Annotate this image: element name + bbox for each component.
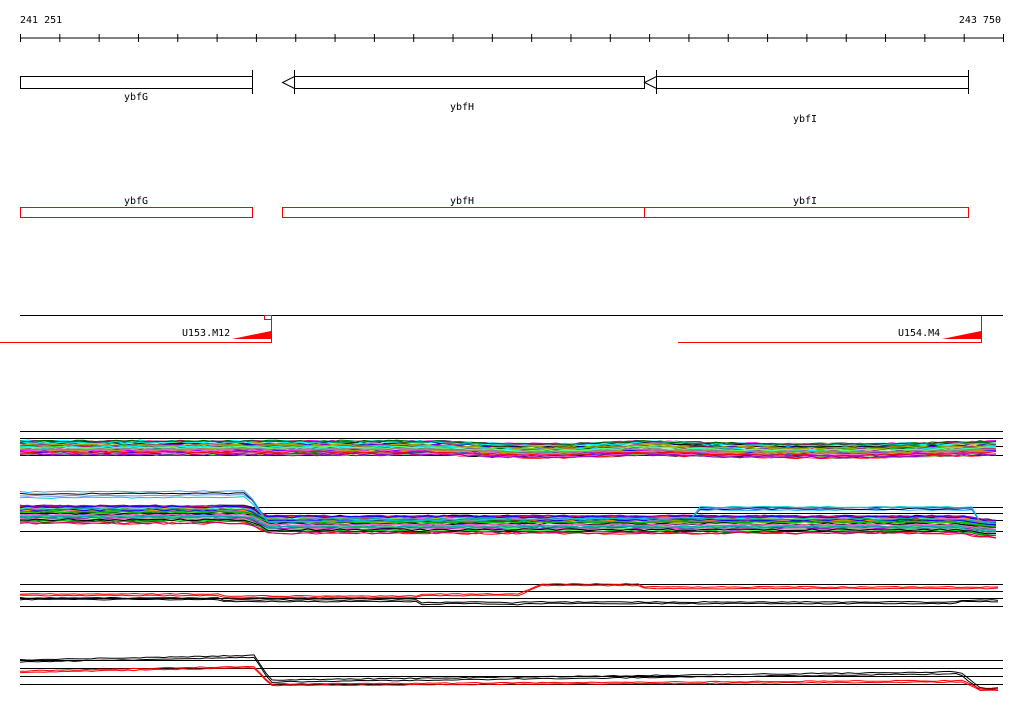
feature-U153-M12-tab [264, 315, 272, 320]
expression-tracks [19, 431, 1003, 691]
track-series-line [19, 656, 999, 691]
gene-ybfG[interactable]: ybfG [20, 70, 253, 103]
feature-U153-M12[interactable]: U153.M12 [0, 315, 272, 344]
gene-ybfG-label: ybfG [124, 92, 148, 103]
coordinate-ruler: 241 251 243 750 [20, 15, 1004, 42]
feature-U154-M4[interactable]: U154.M4 [678, 316, 982, 343]
annotation-ybfI-label: ybfI [793, 196, 817, 207]
annotation-track: ybfG ybfH ybfI [20, 196, 969, 218]
feature-U153-M12-marker [232, 331, 271, 339]
expression-track-4[interactable] [19, 654, 1003, 691]
annotation-ybfH-box[interactable] [282, 207, 645, 218]
feature-track: U153.M12 U154.M4 [0, 315, 1003, 344]
feature-U154-M4-label: U154.M4 [898, 328, 940, 339]
annotation-ybfI-box[interactable] [644, 207, 969, 218]
gene-ybfH-arrow[interactable] [281, 76, 645, 89]
track-series-line [19, 582, 999, 598]
gene-ybfG-shape[interactable] [20, 76, 253, 89]
gene-ybfI[interactable]: ybfI [643, 70, 969, 125]
feature-U154-M4-marker [942, 331, 981, 339]
annotation-ybfH-label: ybfH [450, 196, 474, 207]
gene-track: ybfG ybfH ybfI [20, 70, 969, 125]
feature-U153-M12-label: U153.M12 [182, 328, 230, 339]
track-series-line [19, 654, 999, 689]
gene-ybfH-label: ybfH [450, 102, 474, 113]
gene-ybfI-label: ybfI [793, 114, 817, 125]
gene-ybfH[interactable]: ybfH [281, 70, 645, 113]
gene-ybfI-arrow[interactable] [643, 76, 969, 89]
ruler-end-label: 243 750 [959, 15, 1001, 26]
expression-track-1[interactable] [19, 431, 1003, 460]
ruler-start-label: 241 251 [20, 15, 62, 26]
genome-browser-svg: 241 251 243 750 ybfG ybfH ybfI ybfG ybfH… [0, 15, 1004, 691]
expression-track-3[interactable] [19, 582, 1003, 607]
annotation-ybfG-box[interactable] [20, 207, 253, 218]
expression-track-2[interactable] [19, 490, 1003, 539]
genome-browser-view: 241 251 243 750 ybfG ybfH ybfI ybfG ybfH… [0, 0, 1024, 714]
annotation-ybfG-label: ybfG [124, 196, 148, 207]
